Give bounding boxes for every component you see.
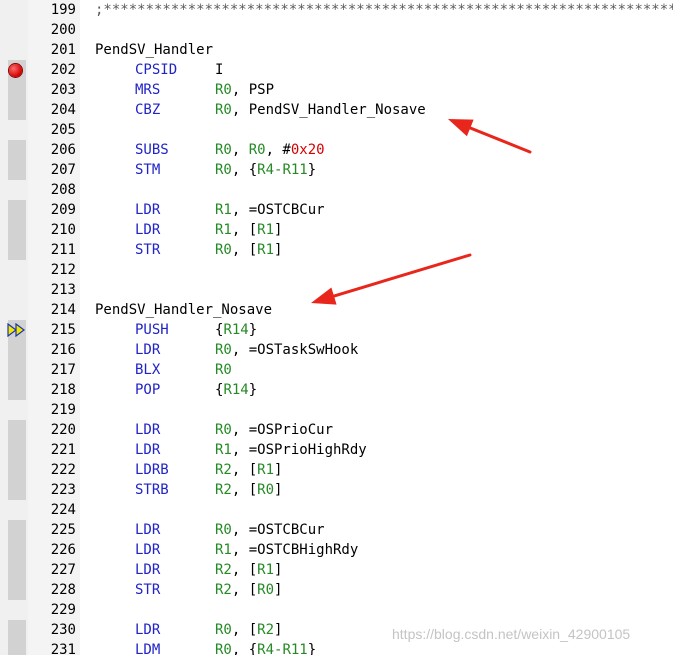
code-editor[interactable]: 199 200 201 202 203 204 205 206 207 208 209 210 211 2…	[0, 0, 673, 655]
red-arrow-icon	[311, 253, 472, 305]
watermark: https://blog.csdn.net/weixin_42900105	[392, 626, 631, 642]
annotation-layer	[311, 119, 532, 305]
red-arrow-icon	[448, 119, 532, 154]
